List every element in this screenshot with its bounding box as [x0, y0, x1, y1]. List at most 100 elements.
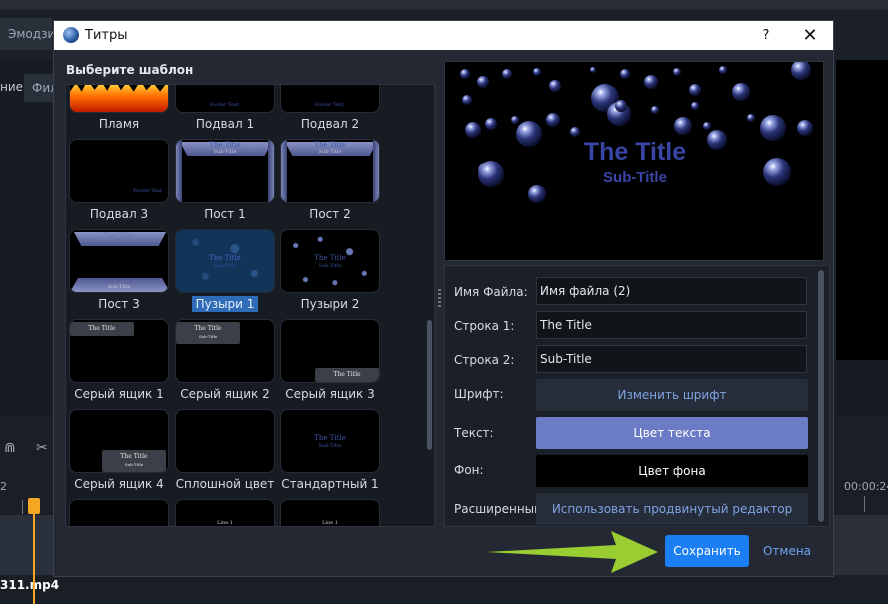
- thumb-footer-text: Footer Text: [315, 102, 344, 108]
- template-tile[interactable]: Сплошной цвет: [175, 409, 275, 491]
- template-tile[interactable]: Footer Text Подвал 3: [69, 139, 169, 221]
- template-tile[interactable]: The Title Sub-Title Пост 1: [175, 139, 275, 221]
- template-label-text: Пост 1: [204, 207, 246, 221]
- video-track-end: [836, 515, 888, 575]
- template-tile[interactable]: The Title Sub-Title Пузыри 2: [280, 229, 380, 311]
- template-label-text: Подвал 1: [195, 117, 255, 131]
- preview-title: The Title: [583, 138, 687, 166]
- template-scrollbar[interactable]: [427, 320, 432, 450]
- template-thumbnail: The Title Sub-Title: [175, 139, 275, 203]
- bubble-shape: [465, 122, 481, 138]
- help-button[interactable]: ?: [754, 25, 778, 47]
- text-color-button[interactable]: Цвет текста: [536, 417, 808, 449]
- template-tile[interactable]: Footer Text Подвал 1: [175, 85, 275, 131]
- thumb-title: The Title: [314, 254, 346, 262]
- filter-button[interactable]: Фил: [24, 74, 58, 102]
- thumb-subtitle: Sub-Title: [318, 443, 342, 449]
- template-label: Серый ящик 2: [165, 387, 285, 401]
- template-tile[interactable]: Пламя: [69, 85, 169, 131]
- bubble-shape: [502, 69, 512, 79]
- dialog-titlebar: Титры ? ✕: [54, 21, 833, 50]
- bubble-shape: [477, 76, 489, 88]
- close-button[interactable]: ✕: [796, 24, 824, 48]
- template-label: Подвал 3: [66, 207, 179, 221]
- ruler-time-start: 2: [0, 480, 7, 493]
- template-label-text: Подвал 3: [89, 207, 149, 221]
- filename-label: Имя Файла:: [454, 285, 528, 299]
- template-thumbnail: [175, 409, 275, 473]
- left-panel: [0, 60, 52, 420]
- thumb-gray-box: The Title: [315, 368, 379, 382]
- template-tile[interactable]: The Title Sub-Title Пост 3: [69, 229, 169, 311]
- bubble-shape: [528, 185, 546, 203]
- app-logo-icon: [63, 27, 79, 43]
- template-label-text: Пузыри 1: [191, 296, 259, 312]
- playhead-line[interactable]: [33, 500, 35, 604]
- bubble-shape: [549, 80, 561, 92]
- template-tile[interactable]: Line 1: [175, 499, 275, 526]
- template-tile[interactable]: Line 1: [280, 499, 380, 526]
- template-tile[interactable]: Footer Text Подвал 2: [280, 85, 380, 131]
- panel-splitter[interactable]: [438, 289, 441, 309]
- bubble-shape: [620, 69, 630, 79]
- template-label-text: Пузыри 2: [300, 297, 360, 311]
- template-tile[interactable]: The Title Серый ящик 1: [69, 319, 169, 401]
- right-panel: [836, 360, 888, 420]
- thumb-subtitle: Sub-Title: [213, 149, 237, 155]
- background-label: Фон:: [454, 463, 484, 477]
- bubble-shape: [590, 67, 596, 73]
- template-label-text: Сплошной цвет: [175, 477, 275, 491]
- line2-input[interactable]: Sub-Title: [536, 345, 807, 373]
- template-thumbnail: The Title Sub-Title: [280, 139, 380, 203]
- template-label-text: Серый ящик 4: [74, 477, 164, 491]
- bubble-shape: [570, 127, 580, 137]
- bubble-shape: [615, 100, 627, 112]
- form-scrollbar[interactable]: [818, 270, 824, 522]
- bubble-shape: [462, 95, 472, 105]
- cancel-button[interactable]: Отмена: [760, 535, 814, 567]
- magnet-icon[interactable]: ⋒: [4, 440, 16, 456]
- scissors-icon[interactable]: ✂: [36, 440, 48, 456]
- template-tile[interactable]: The Title Sub-Title Серый ящик 4: [69, 409, 169, 491]
- template-tile[interactable]: [69, 499, 169, 526]
- bubble-shape: [533, 68, 541, 76]
- template-thumbnail: [69, 499, 169, 526]
- template-tile[interactable]: The Title Sub-Title Стандартный 1: [280, 409, 380, 491]
- ruler-tick: [22, 500, 23, 514]
- playhead-handle[interactable]: [28, 498, 40, 514]
- player-preview: [836, 60, 888, 360]
- bubble-shape: [703, 122, 711, 130]
- template-label: Пост 2: [270, 207, 390, 221]
- bubble-shape: [651, 106, 659, 114]
- save-button[interactable]: Сохранить: [665, 535, 749, 567]
- title-preview: The Title Sub-Title: [444, 61, 824, 261]
- bubble-shape: [460, 69, 470, 79]
- tab-emoji[interactable]: Эмодзи: [0, 18, 55, 50]
- bubble-shape: [747, 114, 755, 122]
- thumb-footer-text: Footer Text: [133, 188, 162, 194]
- template-thumbnail: The Title: [69, 319, 169, 383]
- template-tile[interactable]: The Title Sub-Title Пузыри 1: [175, 229, 275, 312]
- template-list[interactable]: Пламя Footer Text Подвал 1 Footer Text Подва…: [65, 84, 435, 527]
- ruler-time-end: 00:00:24: [844, 480, 888, 493]
- filename-input[interactable]: Имя файла (2): [536, 277, 807, 305]
- template-label: Серый ящик 1: [66, 387, 179, 401]
- titles-dialog: Титры ? ✕ Выберите шаблон Пламя Footer Te…: [53, 20, 834, 577]
- advanced-editor-button[interactable]: Использовать продвинутый редактор: [536, 493, 808, 525]
- template-thumbnail: Footer Text: [175, 85, 275, 113]
- bubble-shape: [546, 113, 560, 127]
- dialog-title: Титры: [85, 28, 128, 43]
- change-font-button[interactable]: Изменить шрифт: [536, 379, 808, 411]
- line1-input[interactable]: The Title: [536, 311, 807, 339]
- bubble-shape: [791, 62, 811, 80]
- template-label: Пост 1: [165, 207, 285, 221]
- template-thumbnail: [69, 85, 169, 113]
- template-tile[interactable]: The Title Sub-Title Серый ящик 2: [175, 319, 275, 401]
- template-label-text: Пост 3: [98, 297, 140, 311]
- template-tile[interactable]: The Title Sub-Title Пост 2: [280, 139, 380, 221]
- template-label-text: Серый ящик 2: [180, 387, 270, 401]
- thumb-subtitle: Sub-Title: [213, 263, 237, 269]
- bubble-shape: [673, 68, 681, 76]
- template-tile[interactable]: The Title Серый ящик 3: [280, 319, 380, 401]
- background-color-button[interactable]: Цвет фона: [536, 455, 808, 487]
